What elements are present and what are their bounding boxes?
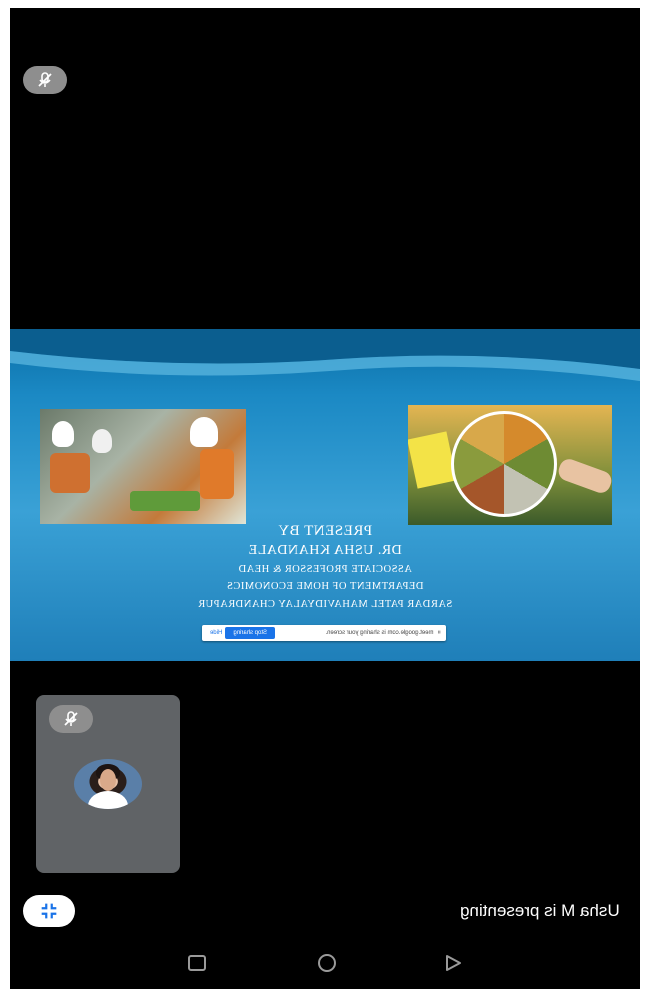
home-icon[interactable]: [312, 950, 342, 976]
factory-workers-photo: [40, 409, 246, 524]
share-message: meet.google.com is sharing your screen.: [325, 630, 434, 636]
food-processing-wheel-photo: [408, 405, 612, 525]
presenter-department: DEPARTMENT OF HOME ECONOMICS: [226, 581, 424, 592]
mic-off-icon: [23, 66, 67, 94]
sticky-note: [408, 431, 457, 489]
participant-tile[interactable]: [36, 695, 180, 873]
screen-share-bar: ⏸ meet.google.com is sharing your screen…: [202, 625, 446, 641]
collapse-icon: [41, 903, 57, 919]
food-wheel: [451, 411, 557, 517]
collapse-button[interactable]: [23, 895, 75, 927]
stop-sharing-button[interactable]: Stop sharing: [225, 627, 276, 639]
android-navigation-bar: [10, 938, 640, 989]
mic-off-icon: [49, 705, 93, 733]
meeting-screen: PRESENT BY DR. USHA KHANDALE ASSOCIATE P…: [10, 8, 640, 989]
avatar: [74, 759, 142, 809]
back-icon[interactable]: [438, 950, 468, 976]
presenter-title: ASSOCIATE PROFESSOR & HEAD: [238, 564, 412, 575]
presenting-status: Usha M is presenting: [460, 901, 620, 920]
presenter-name: DR. USHA KHANDALE: [248, 543, 402, 558]
pause-icon: ⏸: [437, 629, 442, 636]
shared-screen-slide[interactable]: PRESENT BY DR. USHA KHANDALE ASSOCIATE P…: [10, 329, 640, 661]
present-by-text: PRESENT BY: [277, 523, 373, 539]
presenter-college: SARDAR PATEL MAHAVIDYALAY CHANDRAPUR: [197, 599, 453, 610]
hide-button[interactable]: Hide: [210, 630, 222, 636]
recent-apps-icon[interactable]: [182, 950, 212, 976]
slide-wave-decoration: [10, 329, 640, 381]
